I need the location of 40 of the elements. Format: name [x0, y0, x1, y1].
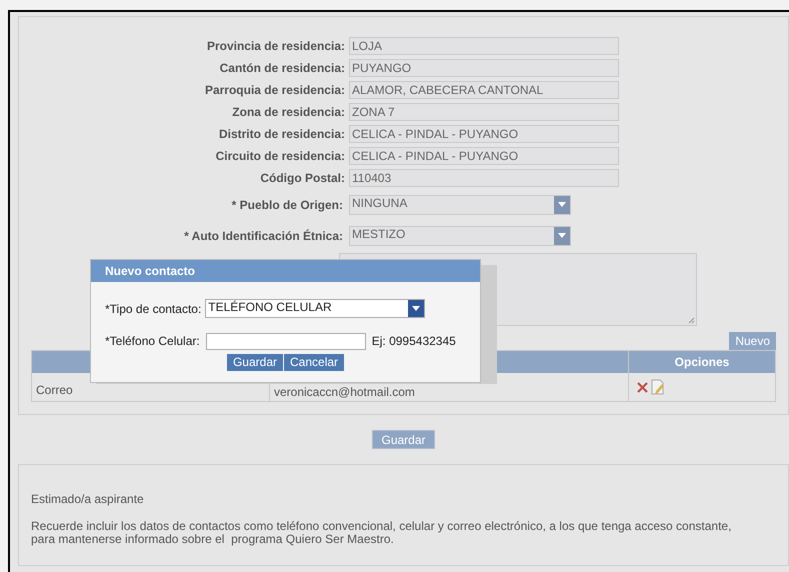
dropdown-arrow-button[interactable]	[408, 300, 424, 317]
field-label: *Teléfono Celular:	[105, 333, 200, 350]
dropdown-arrow-button[interactable]	[554, 226, 570, 244]
delete-icon[interactable]	[637, 382, 648, 392]
text-field[interactable]: 110403	[349, 169, 619, 187]
notice-text: Recuerde incluir los datos de contactos como teléfono convencional, celular y correo electrónico, a los que tenga acceso constante, para mantenerse informado sobre el programa Quiero Ser Maestro.	[31, 520, 732, 546]
caret-icon	[558, 233, 566, 238]
text-field[interactable]: LOJA	[349, 37, 619, 55]
dropdown[interactable]: TELÉFONO CELULAR	[205, 299, 426, 318]
field-label: Distrito de residencia:	[218, 126, 346, 143]
caret-icon	[412, 306, 420, 311]
table-header: Opciones	[674, 354, 730, 371]
dropdown[interactable]: MESTIZO	[349, 226, 571, 246]
dialog-button[interactable]: Cancelar	[284, 354, 344, 371]
new-button[interactable]: Nuevo	[729, 332, 776, 350]
text-field[interactable]: CELICA - PINDAL - PUYANGO	[349, 147, 619, 165]
dialog-button[interactable]: Guardar	[226, 354, 283, 371]
save-button[interactable]: Guardar	[372, 430, 435, 449]
phone-input[interactable]	[206, 332, 366, 350]
field-label: Parroquia de residencia:	[204, 82, 346, 99]
dropdown-arrow-button[interactable]	[554, 196, 570, 214]
text-field[interactable]: PUYANGO	[349, 59, 619, 77]
text-field[interactable]: CELICA - PINDAL - PUYANGO	[349, 125, 619, 143]
text-field[interactable]: ALAMOR, CABECERA CANTONAL	[349, 81, 619, 99]
field-label: Circuito de residencia:	[214, 148, 346, 165]
field-label: * Pueblo de Origen:	[230, 196, 344, 214]
edit-icon[interactable]	[650, 379, 666, 395]
field-label: Provincia de residencia:	[206, 38, 346, 55]
dialog-title: Nuevo contacto	[91, 260, 480, 282]
resize-grip-icon	[688, 317, 695, 324]
caret-icon	[558, 202, 566, 207]
notice-title: Estimado/a aspirante	[31, 491, 145, 508]
field-label: Zona de residencia:	[231, 104, 346, 121]
field-label: Cantón de residencia:	[218, 60, 346, 77]
dropdown[interactable]: NINGUNA	[349, 194, 571, 214]
field-label: Código Postal:	[259, 170, 346, 187]
text-field[interactable]: ZONA 7	[349, 103, 619, 121]
field-label: *Tipo de contacto:	[105, 300, 202, 318]
field-label: * Auto Identificación Étnica:	[183, 228, 344, 244]
phone-hint: Ej: 0995432345	[372, 333, 456, 350]
